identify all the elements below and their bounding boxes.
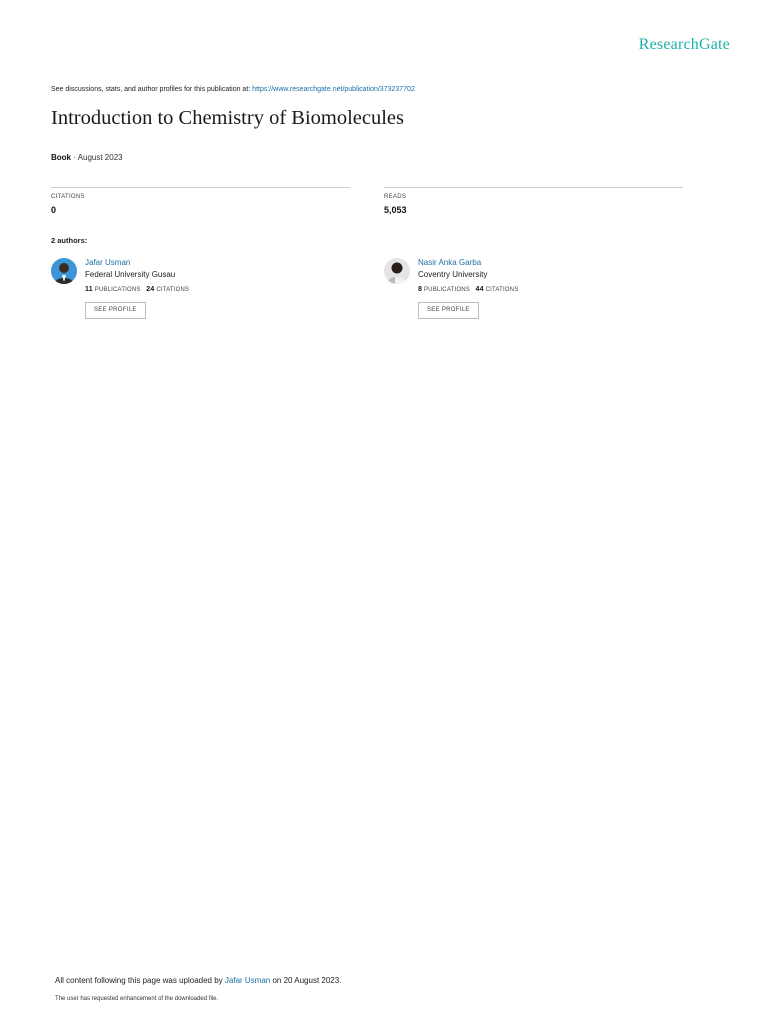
upload-notice: All content following this page was uplo…	[55, 976, 341, 985]
author-name-link[interactable]: Nasir Anka Garba	[418, 258, 481, 267]
avatar[interactable]	[51, 258, 77, 284]
citations-label: CITATIONS	[156, 287, 190, 293]
author-photo-icon	[384, 258, 410, 284]
publication-meta: Book · August 2023	[51, 153, 123, 162]
see-profile-button[interactable]: SEE PROFILE	[85, 302, 146, 319]
avatar[interactable]	[384, 258, 410, 284]
publication-date: August 2023	[77, 153, 123, 162]
author-institution: Federal University Gusau	[85, 270, 176, 279]
researchgate-logo[interactable]: ResearchGate	[639, 36, 730, 54]
publication-url-link[interactable]: https://www.researchgate.net/publication…	[252, 86, 415, 93]
publication-type: Book	[51, 153, 71, 162]
publications-label: PUBLICATIONS	[423, 287, 470, 293]
citations-label: CITATIONS	[485, 287, 519, 293]
author-photo-icon	[51, 258, 77, 284]
see-profile-button[interactable]: SEE PROFILE	[418, 302, 479, 319]
discussion-prefix: See discussions, stats, and author profi…	[51, 86, 253, 93]
citations-divider	[51, 187, 350, 188]
citations-label: CITATIONS	[51, 194, 85, 200]
publications-count: 11	[85, 286, 93, 293]
citations-count: 44	[475, 286, 484, 293]
author-stats: 11 PUBLICATIONS 24 CITATIONS	[85, 286, 189, 293]
citations-value: 0	[51, 205, 57, 215]
publication-title: Introduction to Chemistry of Biomolecule…	[51, 107, 405, 129]
meta-separator: ·	[71, 153, 78, 162]
uploader-link[interactable]: Jafar Usman	[225, 976, 270, 985]
author-stats: 8 PUBLICATIONS 44 CITATIONS	[418, 286, 519, 293]
authors-heading: 2 authors:	[51, 236, 88, 245]
reads-label: READS	[384, 194, 407, 200]
reads-divider	[384, 187, 683, 188]
enhancement-note: The user has requested enhancement of th…	[55, 996, 219, 1002]
author-institution: Coventry University	[418, 270, 488, 279]
discussion-line: See discussions, stats, and author profi…	[51, 86, 415, 93]
publications-label: PUBLICATIONS	[94, 287, 141, 293]
upload-suffix: on 20 August 2023.	[270, 976, 342, 985]
upload-prefix: All content following this page was uplo…	[55, 976, 225, 985]
author-name-link[interactable]: Jafar Usman	[85, 258, 130, 267]
citations-count: 24	[146, 286, 155, 293]
publications-count: 8	[418, 286, 423, 293]
reads-value: 5,053	[384, 205, 407, 215]
